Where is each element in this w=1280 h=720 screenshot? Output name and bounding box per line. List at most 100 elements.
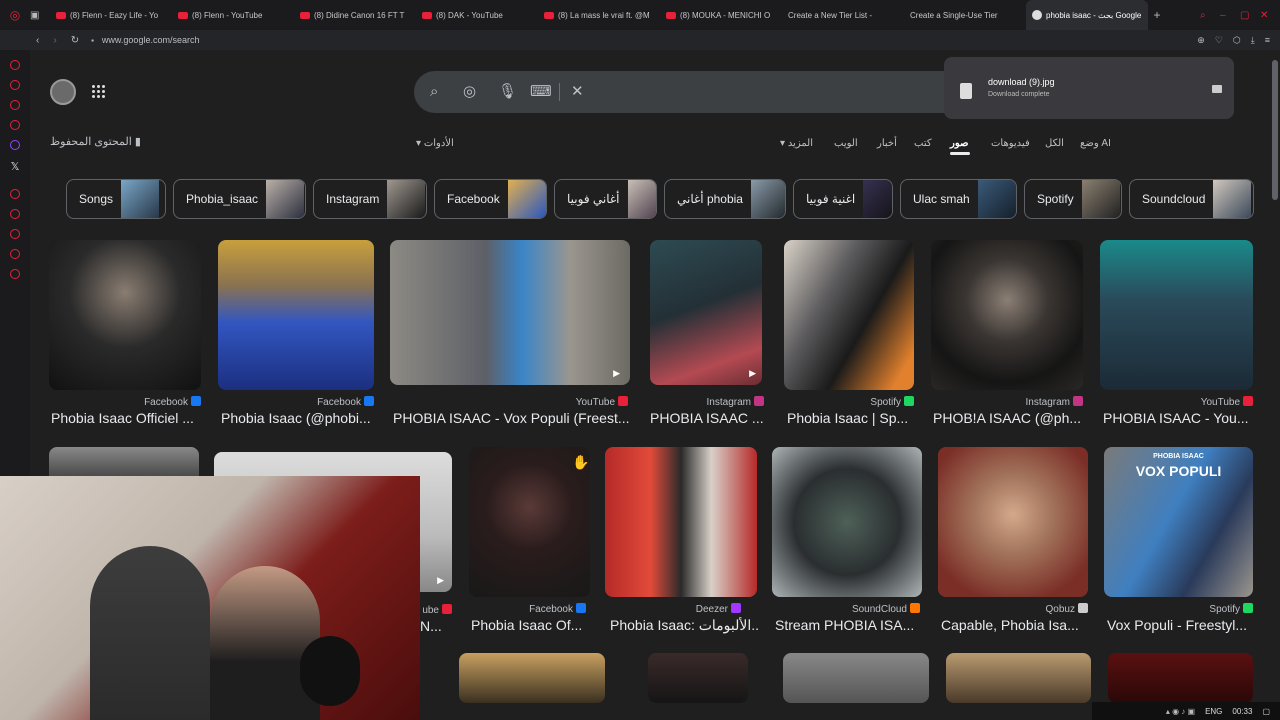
image-result[interactable]: PHOBIA ISAAC VOX POPULI Spotify Vox Popu… [1104, 447, 1253, 633]
person-left [90, 546, 210, 720]
chip-thumbnail [627, 180, 656, 218]
history-icon[interactable] [10, 60, 20, 70]
twitch-icon[interactable] [10, 140, 20, 150]
scrollbar-thumb[interactable] [1272, 60, 1278, 200]
image-result[interactable]: SoundCloud Stream PHOBIA ISA... [772, 447, 922, 633]
suggestion-chip[interactable]: Spotify [1024, 179, 1122, 219]
tab-web[interactable]: الويب [834, 138, 858, 149]
suggestion-chip[interactable]: أغاني phobia [664, 179, 786, 219]
extensions-sidebar-icon[interactable] [10, 249, 20, 259]
browser-tab[interactable]: (8) Didine Canon 16 FT T [294, 0, 416, 30]
tab-images[interactable]: صور [950, 138, 969, 149]
extensions-icon[interactable]: ⬡ [1233, 35, 1241, 46]
image-result[interactable]: YouTube PHOBIA ISAAC - You... [1100, 240, 1253, 426]
page-scrollbar[interactable] [1270, 50, 1280, 720]
tab-all[interactable]: الكل [1045, 138, 1064, 149]
close-icon[interactable]: ✕ [1260, 10, 1280, 21]
result-title: PHOBIA ISAAC - Vox Populi (Freest... [393, 410, 630, 426]
result-image [938, 447, 1088, 597]
clock[interactable]: 00:33 [1232, 707, 1252, 716]
bookmark-icon[interactable]: ♡ [1215, 35, 1223, 46]
image-result[interactable] [648, 653, 748, 703]
image-result[interactable]: Deezer Phobia Isaac: الألبومات... [605, 447, 760, 633]
instagram-icon[interactable] [10, 120, 20, 130]
messenger-icon[interactable] [10, 80, 20, 90]
image-result[interactable] [783, 653, 929, 703]
suggestion-chip[interactable]: Soundcloud [1129, 179, 1254, 219]
tab-news[interactable]: أخبار [877, 138, 897, 149]
keyboard-icon[interactable]: ⌨ [530, 84, 552, 100]
image-result[interactable]: Facebook Phobia Isaac Officiel ... [49, 240, 201, 426]
suggestion-chip[interactable]: Facebook [434, 179, 547, 219]
forward-icon[interactable]: › [53, 35, 56, 46]
settings-icon[interactable] [10, 269, 20, 279]
search-box[interactable]: ⌕ ◎ 🎙 ⌨ ✕ [414, 71, 974, 113]
image-result[interactable] [1108, 653, 1253, 703]
image-result[interactable] [459, 653, 605, 703]
browser-tab[interactable]: (8) MOUKA - MENICHI O [660, 0, 782, 30]
image-result[interactable]: Instagram PHOB!A ISAAC (@ph... [931, 240, 1083, 426]
download-notification[interactable]: download (9).jpg Download complete [944, 57, 1234, 119]
deezer-icon [731, 603, 741, 613]
player-icon[interactable] [10, 189, 20, 199]
browser-tab[interactable]: (8) La mass le vrai ft. @M [538, 0, 660, 30]
x-icon[interactable]: 𝕏 [0, 160, 30, 173]
tab-books[interactable]: كتب [914, 138, 932, 149]
reload-icon[interactable]: ↻ [71, 35, 79, 46]
suggestion-chip[interactable]: Songs [66, 179, 166, 219]
clear-icon[interactable]: ✕ [571, 84, 584, 100]
notifications-icon[interactable]: ▢ [1262, 707, 1270, 716]
avatar[interactable] [50, 79, 76, 105]
new-tab-icon[interactable]: + [1148, 8, 1166, 22]
menu-icon[interactable]: ≡ [1265, 35, 1270, 45]
tray-icons[interactable]: ▴ ◉ ♪ ▣ [1166, 707, 1195, 716]
browser-tab[interactable]: Create a New Tier List - [782, 0, 904, 30]
microphone [300, 636, 360, 706]
clock-icon[interactable] [10, 229, 20, 239]
maximize-icon[interactable]: ▢ [1240, 10, 1260, 21]
download-icon[interactable]: ⤓ [1251, 35, 1255, 46]
suggestion-chip[interactable]: Ulac smah [900, 179, 1017, 219]
tab-switcher-icon[interactable]: ▣ [30, 10, 50, 21]
suggestion-chip[interactable]: أغاني فوبيا [554, 179, 657, 219]
browser-tab[interactable]: (8) Flenn - Eazy Life - Yo [50, 0, 172, 30]
result-source: Deezer [696, 603, 741, 615]
pinboard-icon[interactable] [10, 209, 20, 219]
zoom-icon[interactable]: ⊕ [1197, 35, 1205, 46]
result-image [772, 447, 922, 597]
browser-menu-icon[interactable]: ◎ [0, 0, 30, 30]
search-tabs-icon[interactable]: ⌕ [1200, 10, 1220, 21]
saved-content-link[interactable]: المحتوى المحفوظ ▮ [50, 135, 141, 148]
youtube-icon [178, 11, 188, 19]
tab-more[interactable]: ▾ المزيد [780, 138, 813, 149]
instagram-icon [1073, 396, 1083, 406]
image-result[interactable] [946, 653, 1091, 703]
folder-icon[interactable] [1212, 85, 1222, 93]
image-result[interactable]: ▶ YouTube PHOBIA ISAAC - Vox Populi (Fre… [390, 240, 630, 426]
url-field[interactable]: www.google.com/search [102, 35, 200, 45]
browser-tab-active[interactable]: phobia isaac - بحث Google [1026, 0, 1148, 30]
tab-ai-mode[interactable]: وضع AI [1080, 138, 1111, 149]
minimize-icon[interactable]: – [1220, 10, 1240, 21]
image-result[interactable]: Facebook Phobia Isaac (@phobi... [218, 240, 374, 426]
search-icon[interactable]: ⌕ [430, 84, 438, 100]
whatsapp-icon[interactable] [10, 100, 20, 110]
image-result[interactable]: Spotify Phobia Isaac | Sp... [784, 240, 914, 426]
tab-videos[interactable]: فيديوهات [991, 138, 1030, 149]
suggestion-chip[interactable]: Phobia_isaac [173, 179, 306, 219]
suggestion-chip[interactable]: Instagram [313, 179, 427, 219]
browser-tab[interactable]: (8) DAK - YouTube [416, 0, 538, 30]
back-icon[interactable]: ‹ [36, 35, 39, 46]
camera-lens-icon[interactable]: ◎ [463, 84, 476, 100]
suggestion-chip[interactable]: اغنية فوبيا [793, 179, 893, 219]
apps-grid-icon[interactable] [92, 85, 106, 99]
language-indicator[interactable]: ENG [1205, 707, 1222, 716]
mouse-cursor: ✋ [572, 454, 590, 470]
tools-menu[interactable]: ▾ الأدوات [416, 138, 454, 149]
image-result[interactable]: Qobuz Capable, Phobia Isa... [938, 447, 1088, 633]
image-result[interactable]: ▶ Instagram PHOBIA ISAAC ... [650, 240, 764, 426]
browser-tab[interactable]: Create a Single-Use Tier [904, 0, 1026, 30]
youtube-icon [300, 11, 310, 19]
browser-tab[interactable]: (8) Flenn - YouTube [172, 0, 294, 30]
microphone-icon[interactable]: 🎙 [498, 84, 517, 100]
